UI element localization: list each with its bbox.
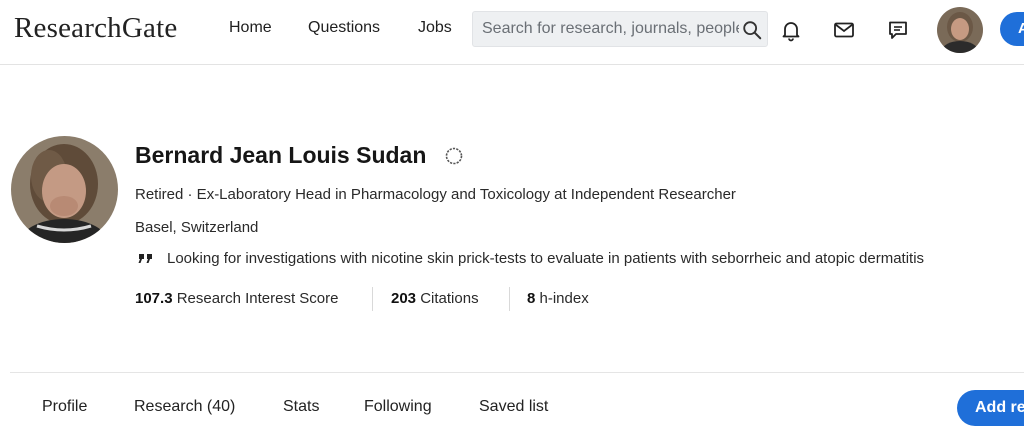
- bell-icon[interactable]: [779, 18, 803, 42]
- quote-icon: [138, 254, 152, 263]
- stat-value: 107.3: [135, 290, 173, 307]
- tab-following[interactable]: Following: [364, 398, 432, 416]
- stat-value: 203: [391, 290, 417, 307]
- search-icon[interactable]: [741, 19, 763, 41]
- nav-questions[interactable]: Questions: [308, 19, 380, 37]
- profile-photo: [11, 136, 118, 243]
- profile-name: Bernard Jean Louis Sudan: [135, 142, 427, 168]
- nav-jobs[interactable]: Jobs: [418, 19, 452, 37]
- mail-icon[interactable]: [832, 18, 856, 42]
- profile-quote: Looking for investigations with nicotine…: [167, 250, 925, 267]
- verified-badge-icon[interactable]: [444, 146, 464, 166]
- nav-home[interactable]: Home: [229, 19, 272, 37]
- stat-divider: [509, 287, 510, 311]
- profile-position: Retired · Ex-Laboratory Head in Pharmaco…: [135, 186, 736, 203]
- stat-label: Research Interest Score: [176, 290, 339, 307]
- search-input[interactable]: [473, 12, 739, 46]
- tab-stats[interactable]: Stats: [283, 398, 319, 416]
- search-box: [472, 11, 768, 47]
- stat-research-interest[interactable]: 107.3 Research Interest Score: [135, 290, 338, 307]
- user-avatar[interactable]: [937, 7, 983, 53]
- stat-citations[interactable]: 203 Citations: [391, 290, 479, 307]
- chat-icon[interactable]: [886, 18, 910, 42]
- stat-label: Citations: [420, 290, 479, 307]
- tab-saved-list[interactable]: Saved list: [479, 398, 548, 416]
- header-add-button[interactable]: A: [1000, 12, 1024, 46]
- top-navigation-bar: ResearchGate Home Questions Jobs A: [0, 0, 1024, 65]
- add-research-button[interactable]: Add re: [957, 390, 1024, 426]
- stat-value: 8: [527, 290, 536, 307]
- researchgate-logo[interactable]: ResearchGate: [14, 12, 177, 45]
- stat-divider: [372, 287, 373, 311]
- tab-profile[interactable]: Profile: [42, 398, 87, 416]
- stat-label: h-index: [539, 290, 589, 307]
- profile-location: Basel, Switzerland: [135, 219, 259, 236]
- section-divider: [10, 372, 1024, 373]
- stat-h-index[interactable]: 8 h-index: [527, 290, 589, 307]
- tab-research[interactable]: Research (40): [134, 398, 235, 416]
